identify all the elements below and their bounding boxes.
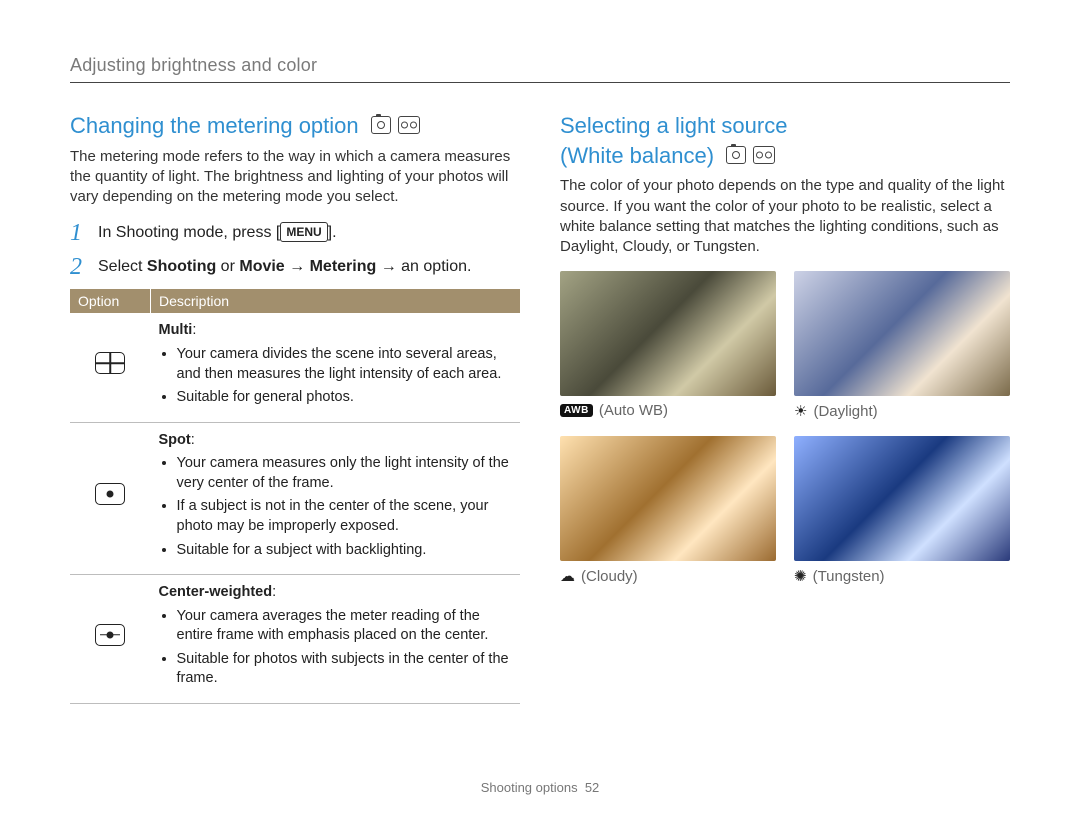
option-name: Spot — [159, 432, 191, 448]
wb-label: ☁ (Cloudy) — [560, 567, 776, 585]
option-description: Center-weighted:Your camera averages the… — [151, 575, 521, 704]
white-balance-intro: The color of your photo depends on the t… — [560, 176, 1010, 257]
step-number: 2 — [70, 255, 88, 279]
step-2-text: Select Shooting or Movie → Metering → an… — [98, 255, 471, 279]
white-balance-examples-grid: AWB (Auto WB) ☀ (Daylight) ☁ (Cloudy) ✺ (Tu… — [560, 271, 1010, 585]
option-bullet: Your camera averages the meter reading o… — [177, 607, 513, 646]
option-bullets: Your camera measures only the light inte… — [159, 454, 513, 560]
option-name: Multi — [159, 322, 193, 338]
white-balance-heading: Selecting a light source (White balance) — [560, 111, 1010, 170]
wb-example-auto: AWB (Auto WB) — [560, 271, 776, 420]
page-footer: Shooting options 52 — [0, 780, 1080, 795]
multi-metering-icon-cell — [70, 313, 151, 422]
option-bullet: Your camera measures only the light inte… — [177, 454, 513, 493]
mode-icons — [726, 146, 775, 166]
option-name: Center-weighted — [159, 584, 273, 600]
table-row: Spot:Your camera measures only the light… — [70, 422, 520, 574]
th-description: Description — [151, 289, 521, 313]
cloud-icon: ☁ — [560, 567, 575, 585]
wb-label-text: (Auto WB) — [599, 402, 668, 419]
wb-label: ☀ (Daylight) — [794, 402, 1010, 420]
wb-example-cloudy: ☁ (Cloudy) — [560, 436, 776, 585]
camera-mode-icon — [371, 116, 391, 134]
wb-sample-image-cloudy — [560, 436, 776, 561]
option-bullets: Your camera averages the meter reading o… — [159, 607, 513, 689]
camera-mode-icon — [726, 146, 746, 164]
metering-heading-text: Changing the metering option — [70, 113, 359, 138]
wb-label-text: (Cloudy) — [581, 568, 638, 585]
two-column-layout: Changing the metering option The meterin… — [70, 111, 1010, 704]
option-bullets: Your camera divides the scene into sever… — [159, 345, 513, 408]
step-1: 1 In Shooting mode, press [MENU]. — [70, 221, 520, 245]
left-column: Changing the metering option The meterin… — [70, 111, 520, 704]
video-mode-icon — [753, 146, 775, 164]
wb-example-tungsten: ✺ (Tungsten) — [794, 436, 1010, 585]
center-metering-icon — [95, 624, 125, 646]
wb-label: AWB (Auto WB) — [560, 402, 776, 419]
step-2: 2 Select Shooting or Movie → Metering → … — [70, 255, 520, 279]
option-description: Spot:Your camera measures only the light… — [151, 422, 521, 574]
sun-icon: ☀ — [794, 402, 807, 420]
table-row: Center-weighted:Your camera averages the… — [70, 575, 520, 704]
menu-button-chip: MENU — [280, 222, 327, 242]
wb-label-text: (Daylight) — [813, 403, 877, 420]
wb-sample-image-tungsten — [794, 436, 1010, 561]
mode-icons — [371, 116, 420, 136]
manual-page: Adjusting brightness and color Changing … — [0, 0, 1080, 815]
wb-heading-line1: Selecting a light source — [560, 113, 787, 138]
option-description: Multi:Your camera divides the scene into… — [151, 313, 521, 422]
wb-label: ✺ (Tungsten) — [794, 567, 1010, 585]
wb-heading-line2: (White balance) — [560, 143, 714, 168]
lightbulb-icon: ✺ — [794, 567, 807, 585]
option-bullet: Suitable for general photos. — [177, 388, 513, 408]
metering-heading: Changing the metering option — [70, 111, 520, 141]
footer-page-number: 52 — [585, 780, 599, 795]
wb-sample-image-daylight — [794, 271, 1010, 396]
table-row: Multi:Your camera divides the scene into… — [70, 313, 520, 422]
wb-example-daylight: ☀ (Daylight) — [794, 271, 1010, 420]
wb-sample-image-auto — [560, 271, 776, 396]
option-bullet: Your camera divides the scene into sever… — [177, 345, 513, 384]
spot-metering-icon — [95, 483, 125, 505]
footer-section: Shooting options — [481, 780, 578, 795]
breadcrumb: Adjusting brightness and color — [70, 55, 1010, 83]
wb-label-text: (Tungsten) — [813, 568, 885, 585]
option-bullet: Suitable for photos with subjects in the… — [177, 650, 513, 689]
multi-metering-icon — [95, 352, 125, 374]
option-bullet: If a subject is not in the center of the… — [177, 497, 513, 536]
spot-metering-icon-cell — [70, 422, 151, 574]
right-column: Selecting a light source (White balance)… — [560, 111, 1010, 704]
metering-options-table: Option Description Multi:Your camera div… — [70, 289, 520, 703]
option-bullet: Suitable for a subject with backlighting… — [177, 541, 513, 561]
metering-intro: The metering mode refers to the way in w… — [70, 147, 520, 208]
step-1-text: In Shooting mode, press [MENU]. — [98, 221, 337, 245]
video-mode-icon — [398, 116, 420, 134]
step-number: 1 — [70, 221, 88, 245]
metering-steps: 1 In Shooting mode, press [MENU]. 2 Sele… — [70, 221, 520, 279]
center-metering-icon-cell — [70, 575, 151, 704]
awb-icon: AWB — [560, 404, 593, 417]
th-option: Option — [70, 289, 151, 313]
